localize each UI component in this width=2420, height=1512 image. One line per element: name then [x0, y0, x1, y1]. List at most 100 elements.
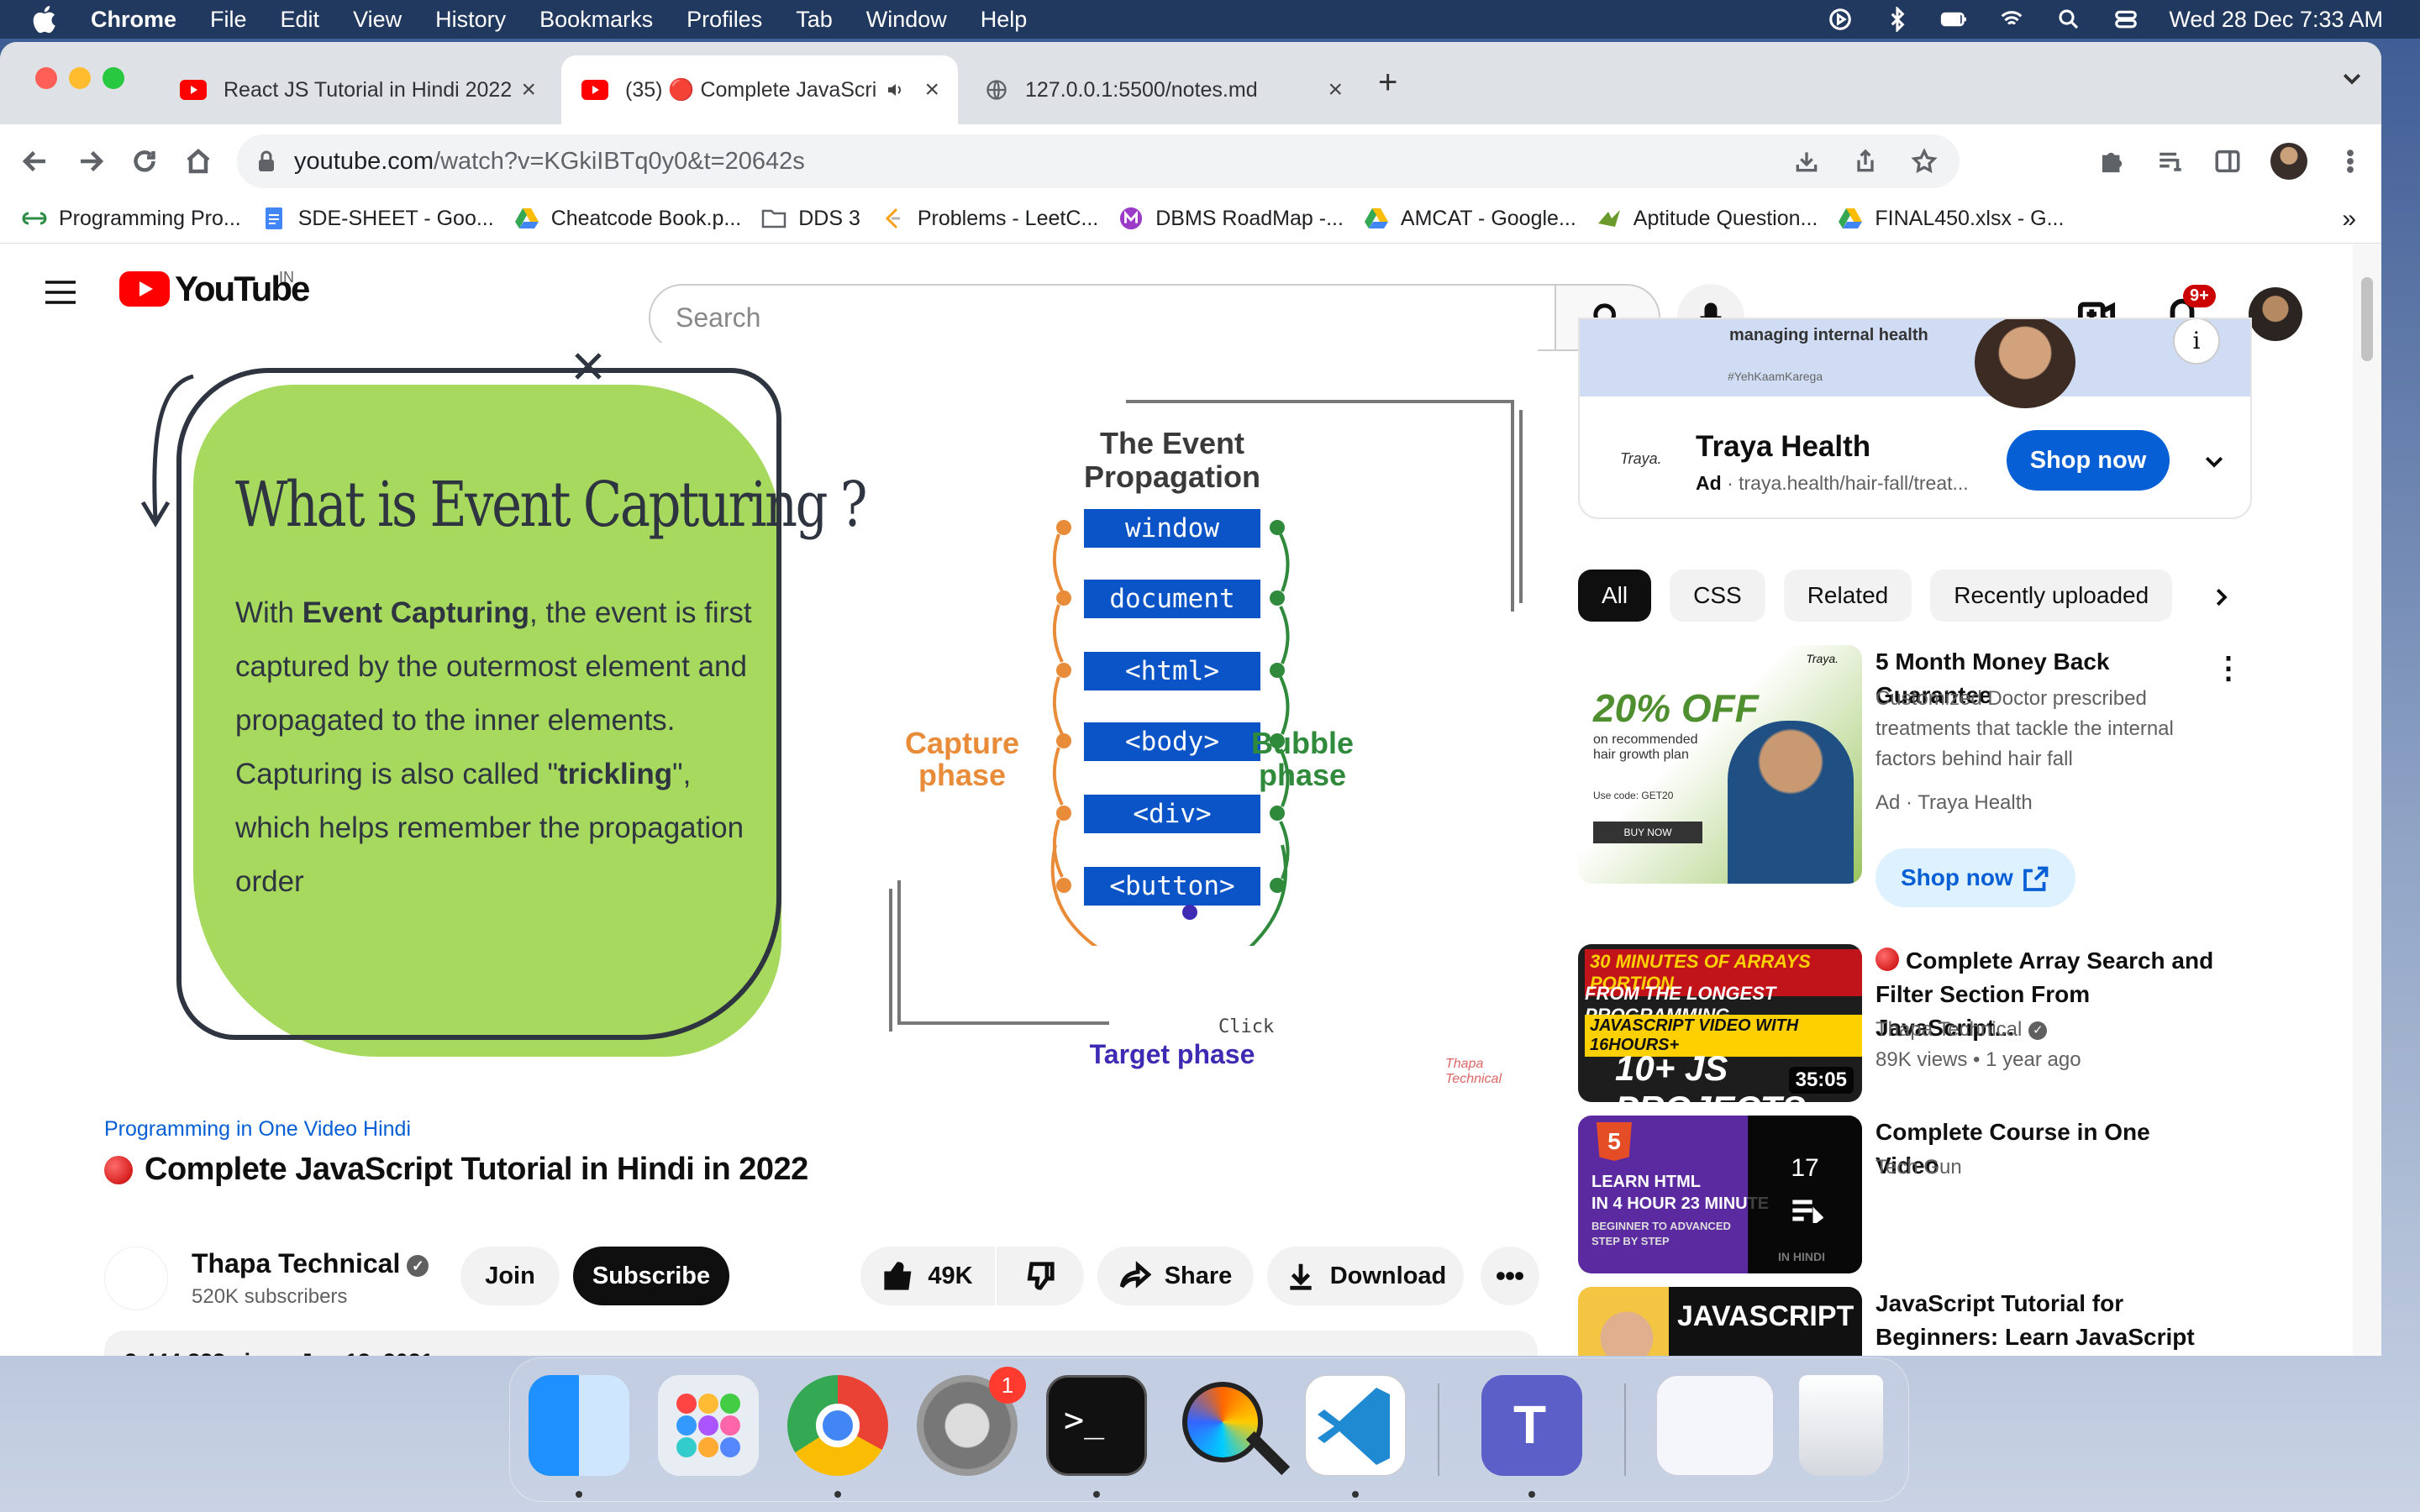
close-tab-icon[interactable]: ×: [924, 76, 939, 104]
video-thumbnail[interactable]: 30 MINUTES OF ARRAYS PORTION FROM THE LO…: [1578, 944, 1862, 1102]
menu-help[interactable]: Help: [981, 7, 1028, 33]
advertiser-name[interactable]: Traya Health: [1696, 430, 1870, 464]
menu-history[interactable]: History: [435, 7, 506, 33]
bookmark-item[interactable]: DDS 3: [761, 207, 860, 231]
playlist-link[interactable]: Programming in One Video Hindi: [104, 1117, 808, 1142]
menu-bookmarks[interactable]: Bookmarks: [539, 7, 653, 33]
tab-javascript-tutorial[interactable]: (35) 🔴 Complete JavaScri ×: [561, 55, 958, 124]
menu-edit[interactable]: Edit: [281, 7, 320, 33]
shop-now-button[interactable]: Shop now: [2007, 430, 2170, 491]
scrollbar-thumb[interactable]: [2361, 277, 2373, 361]
hamburger-menu-icon[interactable]: [44, 279, 77, 306]
bookmark-item[interactable]: Programming Pro...: [22, 207, 241, 231]
account-avatar[interactable]: [2249, 287, 2302, 341]
description-box[interactable]: 2,444,823 views Jan 12, 2021: [104, 1331, 1538, 1356]
audio-playing-icon[interactable]: [886, 80, 906, 100]
share-icon[interactable]: [1852, 148, 1879, 175]
join-button[interactable]: Join: [460, 1247, 560, 1305]
list-item[interactable]: 5 LEARN HTML IN 4 HOUR 23 MINUTE BEGINNE…: [1578, 1116, 2252, 1275]
menu-profiles[interactable]: Profiles: [687, 7, 762, 33]
rec-channel[interactable]: Thapa Technical ✓: [1876, 1015, 2048, 1045]
minimize-window-button[interactable]: [69, 67, 91, 89]
tab-notes-md[interactable]: 127.0.0.1:5500/notes.md ×: [965, 55, 1361, 124]
tab-react-tutorial[interactable]: React JS Tutorial in Hindi 2022 ×: [160, 55, 555, 124]
chevron-down-icon[interactable]: [2202, 449, 2227, 474]
play-circle-icon[interactable]: [1826, 7, 1854, 32]
bookmark-star-icon[interactable]: [1911, 148, 1938, 175]
wifi-icon[interactable]: [1997, 7, 2026, 32]
like-button[interactable]: 49K: [860, 1247, 995, 1305]
bookmarks-overflow-icon[interactable]: »: [2342, 205, 2356, 234]
search-input[interactable]: Search: [649, 284, 1556, 351]
bookmark-item[interactable]: AMCAT - Google...: [1364, 207, 1576, 231]
teams-icon[interactable]: T: [1481, 1375, 1582, 1476]
ad-info-icon[interactable]: i: [2173, 319, 2220, 365]
menu-tab[interactable]: Tab: [796, 7, 833, 33]
vscode-icon[interactable]: [1305, 1375, 1406, 1476]
install-app-icon[interactable]: [1793, 148, 1820, 175]
media-queue-icon[interactable]: [2156, 147, 2185, 176]
list-item[interactable]: 30 MINUTES OF ARRAYS PORTION FROM THE LO…: [1578, 944, 2252, 1104]
instruments-icon[interactable]: [1176, 1375, 1291, 1476]
bookmark-item[interactable]: FINAL450.xlsx - G...: [1838, 207, 2064, 231]
more-vertical-icon[interactable]: ⋮: [2213, 650, 2244, 685]
channel-avatar[interactable]: [104, 1247, 168, 1310]
close-window-button[interactable]: [35, 67, 57, 89]
subscribe-button[interactable]: Subscribe: [573, 1247, 729, 1305]
spotlight-search-icon[interactable]: [2054, 7, 2083, 32]
menu-view[interactable]: View: [353, 7, 402, 33]
address-bar[interactable]: youtube.com/watch?v=KGkiIBTq0y0&t=20642s: [237, 134, 1960, 188]
new-tab-button[interactable]: +: [1378, 64, 1397, 102]
list-item[interactable]: JAVASCRIPT JavaScript Tutorial for Begin…: [1578, 1287, 2252, 1356]
rec-channel[interactable]: Tech Gun: [1876, 1152, 1962, 1183]
chrome-menu-kebab-icon[interactable]: [2336, 147, 2365, 176]
menu-file[interactable]: File: [210, 7, 247, 33]
download-button[interactable]: Download: [1267, 1247, 1464, 1305]
list-item[interactable]: 20% OFF on recommended hair growth plan …: [1578, 645, 2252, 931]
launchpad-icon[interactable]: [658, 1375, 759, 1476]
control-center-icon[interactable]: [2112, 7, 2140, 32]
youtube-logo[interactable]: YouTube IN: [119, 269, 310, 309]
trash-icon[interactable]: [1799, 1375, 1883, 1476]
reload-button[interactable]: [129, 146, 160, 176]
video-player[interactable]: What is Event Capturing ? With Event Cap…: [101, 343, 1538, 1116]
lock-icon[interactable]: [257, 150, 276, 172]
dislike-button[interactable]: [997, 1247, 1084, 1305]
menu-app-name[interactable]: Chrome: [91, 7, 176, 33]
page-scrollbar[interactable]: [2353, 244, 2381, 1356]
bluetooth-icon[interactable]: [1883, 7, 1912, 32]
bookmark-item[interactable]: Aptitude Question...: [1597, 207, 1818, 231]
zoom-window-button[interactable]: [103, 67, 124, 89]
shop-now-button[interactable]: Shop now: [1876, 848, 2075, 907]
chip-css[interactable]: CSS: [1670, 570, 1765, 622]
bookmark-item[interactable]: Cheatcode Book.p...: [514, 207, 741, 231]
share-button[interactable]: Share: [1097, 1247, 1254, 1305]
side-panel-icon[interactable]: [2213, 147, 2242, 176]
finder-icon[interactable]: [529, 1375, 629, 1476]
chip-related[interactable]: Related: [1783, 570, 1912, 622]
bookmark-item[interactable]: Problems - LeetC...: [881, 207, 1098, 231]
chrome-profile-avatar[interactable]: [2270, 143, 2307, 180]
video-thumbnail[interactable]: JAVASCRIPT: [1578, 1287, 1862, 1356]
chip-all[interactable]: All: [1578, 570, 1652, 622]
chrome-dock-icon[interactable]: [787, 1375, 888, 1476]
chip-recently-uploaded[interactable]: Recently uploaded: [1930, 570, 2173, 622]
tab-search-chevron-icon[interactable]: [2339, 66, 2365, 91]
battery-icon[interactable]: [1940, 7, 1969, 32]
ad-thumbnail[interactable]: 20% OFF on recommended hair growth plan …: [1578, 645, 1862, 884]
terminal-icon[interactable]: >_: [1046, 1375, 1147, 1476]
menu-clock[interactable]: Wed 28 Dec 7:33 AM: [2169, 7, 2383, 33]
chevron-right-icon[interactable]: [2208, 585, 2233, 610]
minimized-window-thumbnail[interactable]: [1656, 1375, 1774, 1476]
extensions-puzzle-icon[interactable]: [2099, 147, 2128, 176]
bookmark-item[interactable]: DBMS RoadMap -...: [1118, 207, 1344, 231]
bookmark-item[interactable]: SDE-SHEET - Goo...: [261, 207, 494, 231]
forward-button[interactable]: [76, 146, 106, 176]
playlist-thumbnail[interactable]: 5 LEARN HTML IN 4 HOUR 23 MINUTE BEGINNE…: [1578, 1116, 1862, 1273]
rec-title[interactable]: JavaScript Tutorial for Beginners: Learn…: [1876, 1287, 2220, 1356]
close-tab-icon[interactable]: ×: [521, 76, 536, 104]
more-actions-button[interactable]: [1481, 1247, 1539, 1305]
close-tab-icon[interactable]: ×: [1328, 76, 1343, 104]
apple-icon[interactable]: [29, 3, 62, 36]
menu-window[interactable]: Window: [866, 7, 947, 33]
